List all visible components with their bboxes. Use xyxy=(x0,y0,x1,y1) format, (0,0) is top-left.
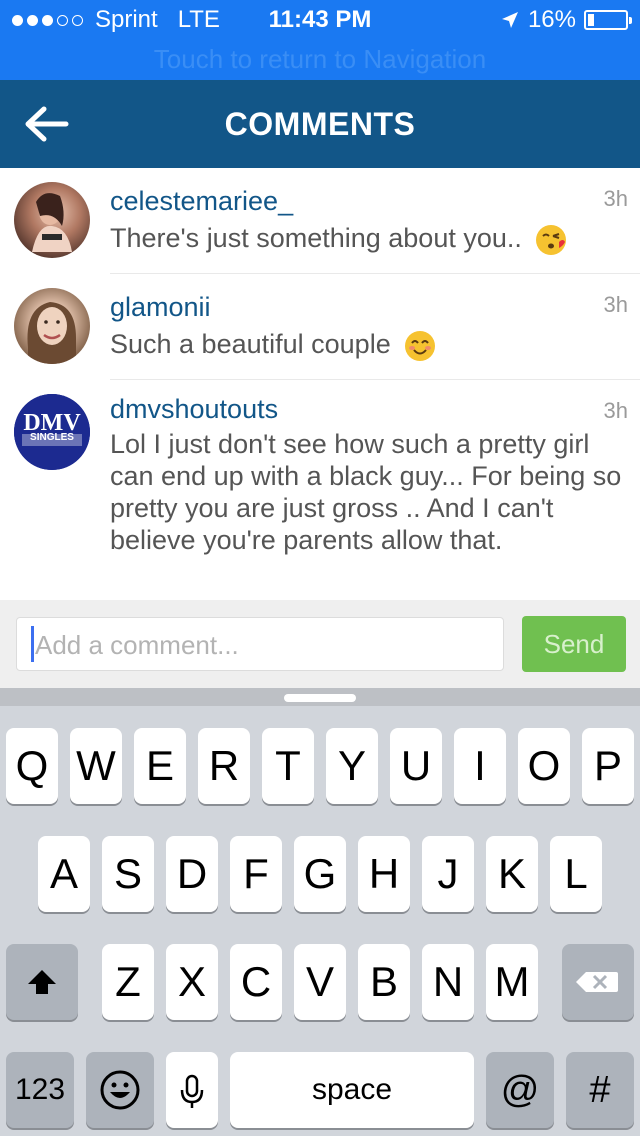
avatar[interactable] xyxy=(14,288,90,364)
page-title: COMMENTS xyxy=(224,106,416,142)
backspace-key[interactable] xyxy=(562,944,634,1020)
user-photo-icon xyxy=(27,302,76,364)
keyboard-handle[interactable] xyxy=(284,694,356,702)
backspace-icon xyxy=(576,972,618,992)
smiling-face-emoji-icon xyxy=(405,330,436,361)
emoji-face-icon xyxy=(100,1070,140,1110)
comment-text: Such a beautiful couple xyxy=(110,328,630,362)
key-b[interactable]: B xyxy=(358,944,410,1020)
key-w[interactable]: W xyxy=(70,728,122,804)
key-f[interactable]: F xyxy=(230,836,282,912)
key-p[interactable]: P xyxy=(582,728,634,804)
key-h[interactable]: H xyxy=(358,836,410,912)
avatar-logo-subtext: SINGLES xyxy=(30,432,74,443)
battery-percent: 16% xyxy=(527,6,576,33)
comment-item: celestemariee_ 3h There's just something… xyxy=(0,168,640,274)
key-v[interactable]: V xyxy=(294,944,346,1020)
text-cursor xyxy=(31,626,34,662)
comment-text: There's just something about you.. xyxy=(110,222,630,256)
comment-input-bar: Add a comment... Send xyxy=(0,600,640,688)
comment-text: Lol I just don't see how such a pretty g… xyxy=(110,429,622,555)
key-i[interactable]: I xyxy=(454,728,506,804)
key-n[interactable]: N xyxy=(422,944,474,1020)
key-s[interactable]: S xyxy=(102,836,154,912)
send-button[interactable]: Send xyxy=(522,616,626,672)
comment-username[interactable]: celestemariee_ xyxy=(110,186,293,217)
key-u[interactable]: U xyxy=(390,728,442,804)
comment-input-placeholder: Add a comment... xyxy=(35,630,239,660)
comment-username[interactable]: dmvshoutouts xyxy=(110,394,278,425)
key-o[interactable]: O xyxy=(518,728,570,804)
dictation-key[interactable] xyxy=(166,1052,218,1128)
battery-level-fill xyxy=(588,14,594,26)
status-bar: Sprint LTE 11:43 PM 16% Touch to return … xyxy=(0,0,640,80)
key-x[interactable]: X xyxy=(166,944,218,1020)
key-c[interactable]: C xyxy=(230,944,282,1020)
avatar[interactable] xyxy=(14,182,90,258)
key-t[interactable]: T xyxy=(262,728,314,804)
key-m[interactable]: M xyxy=(486,944,538,1020)
battery-icon xyxy=(584,10,632,30)
navigation-header: COMMENTS xyxy=(0,80,640,168)
comment-item: glamonii 3h Such a beautiful couple xyxy=(0,274,640,380)
at-key[interactable]: @ xyxy=(486,1052,554,1128)
hash-key[interactable]: # xyxy=(566,1052,634,1128)
key-y[interactable]: Y xyxy=(326,728,378,804)
key-r[interactable]: R xyxy=(198,728,250,804)
comments-list: celestemariee_ 3h There's just something… xyxy=(0,168,640,600)
keyboard: Q W E R T Y U I O P A S D F G H J K L Z … xyxy=(0,688,640,1136)
key-z[interactable]: Z xyxy=(102,944,154,1020)
comment-timestamp: 3h xyxy=(603,186,628,211)
key-q[interactable]: Q xyxy=(6,728,58,804)
return-to-navigation-banner[interactable]: Touch to return to Navigation xyxy=(0,44,640,75)
key-g[interactable]: G xyxy=(294,836,346,912)
microphone-icon xyxy=(180,1074,204,1108)
key-l[interactable]: L xyxy=(550,836,602,912)
comment-timestamp: 3h xyxy=(603,398,628,423)
comment-body: Such a beautiful couple xyxy=(110,329,391,359)
location-arrow-icon xyxy=(501,12,518,28)
key-e[interactable]: E xyxy=(134,728,186,804)
key-j[interactable]: J xyxy=(422,836,474,912)
comment-input[interactable]: Add a comment... xyxy=(16,617,504,671)
emoji-key[interactable] xyxy=(86,1052,154,1128)
kissing-face-emoji-icon xyxy=(536,224,567,255)
comment-item: DMV SINGLES dmvshoutouts 3h Lol I just d… xyxy=(0,380,640,600)
comment-body: There's just something about you.. xyxy=(110,223,522,253)
status-indicators: 16% xyxy=(500,6,632,34)
user-photo-icon xyxy=(32,193,72,252)
key-a[interactable]: A xyxy=(38,836,90,912)
keyboard-handle-bar xyxy=(0,688,640,706)
key-d[interactable]: D xyxy=(166,836,218,912)
shift-arrow-icon xyxy=(28,970,56,994)
key-k[interactable]: K xyxy=(486,836,538,912)
comment-username[interactable]: glamonii xyxy=(110,292,211,323)
comment-timestamp: 3h xyxy=(603,292,628,317)
shift-key[interactable] xyxy=(6,944,78,1020)
numbers-key[interactable]: 123 xyxy=(6,1052,74,1128)
avatar[interactable]: DMV SINGLES xyxy=(14,394,90,470)
space-key[interactable]: space xyxy=(230,1052,474,1128)
